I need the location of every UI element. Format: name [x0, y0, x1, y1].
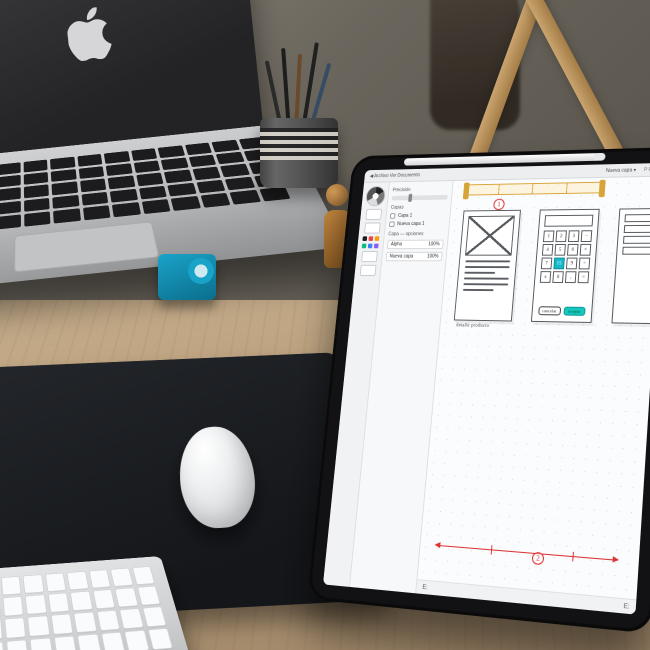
panel-heading-options: Capa — opciones: [388, 231, 445, 237]
layer-row[interactable]: Capa 1: [390, 213, 446, 219]
visibility-toggle-icon[interactable]: [389, 221, 395, 227]
swatch-row[interactable]: [362, 244, 379, 249]
tool-button[interactable]: [365, 209, 382, 220]
keypad-key[interactable]: 7: [541, 258, 552, 270]
keypad-grid[interactable]: 123− 456× 7159÷ ±0,=: [540, 230, 593, 283]
canvas[interactable]: 1 detalle producto 123−456×7159÷±0,: [416, 177, 650, 615]
keypad-key[interactable]: 5: [554, 244, 566, 256]
keypad-key[interactable]: ×: [580, 244, 592, 256]
wireframe-artboard-form[interactable]: aquí pulsar validaciones: [611, 208, 650, 324]
form-row[interactable]: [623, 236, 650, 244]
layer-row[interactable]: Nueva capa 1: [389, 221, 445, 227]
swatch-row[interactable]: [362, 236, 379, 241]
form-row[interactable]: [624, 214, 650, 222]
annotation-marker[interactable]: 1: [493, 199, 505, 210]
image-placeholder-icon[interactable]: [465, 216, 515, 256]
keypad-key[interactable]: ±: [540, 271, 551, 283]
form-row[interactable]: [624, 225, 650, 233]
panel-heading-layers: Capas: [391, 204, 447, 210]
keypad-key[interactable]: 15: [553, 258, 565, 270]
keypad-key[interactable]: −: [581, 230, 593, 242]
field-label: Alpha: [390, 242, 402, 248]
field-value: 100%: [427, 254, 439, 260]
keypad-key[interactable]: ÷: [579, 258, 591, 270]
keypad-key[interactable]: 2: [555, 230, 567, 242]
precision-slider[interactable]: [392, 195, 448, 201]
ruler-handle-icon[interactable]: [463, 183, 470, 200]
alignment-ruler[interactable]: [465, 182, 604, 196]
keypad-key[interactable]: 9: [566, 258, 578, 270]
apple-logo-icon: [65, 6, 116, 63]
keypad-key[interactable]: 0: [552, 271, 564, 283]
field-label: Nueva capa: [389, 254, 413, 260]
ipad-tablet: ◀ Archivo Ver Documento Nueva capa ▾ PRO: [307, 147, 650, 634]
ruler-handle-icon[interactable]: [599, 180, 606, 197]
annotation-number: 2: [536, 554, 540, 563]
menubar-left[interactable]: ◀ Archivo Ver Documento: [370, 172, 421, 179]
layer-label: Nueva capa 1: [397, 221, 425, 227]
keypad-display[interactable]: [544, 215, 593, 227]
annotation-number: 1: [497, 201, 501, 209]
annotation-marker[interactable]: 2: [532, 552, 545, 566]
status-right: E:: [623, 603, 629, 610]
wireframe-artboard-detail[interactable]: detalle producto: [454, 210, 521, 322]
pen-cup: [260, 100, 338, 188]
sculpture: [430, 0, 520, 130]
design-app: ◀ Archivo Ver Documento Nueva capa ▾ PRO: [323, 163, 650, 615]
layer-label: Capa 1: [398, 213, 413, 219]
alpha-field[interactable]: Alpha 100%: [387, 240, 444, 249]
panel-heading-precision: Precisión: [392, 187, 448, 194]
tape-dispenser: [158, 254, 216, 300]
menubar-right[interactable]: Nueva capa ▾: [606, 167, 637, 173]
cancel-button[interactable]: cancelar: [538, 306, 560, 315]
laptop-trackpad: [14, 221, 160, 272]
status-left: E:: [422, 584, 428, 591]
tool-button[interactable]: [359, 265, 376, 276]
nueva-capa-field[interactable]: Nueva capa 100%: [386, 252, 443, 261]
keypad-key[interactable]: ,: [565, 271, 577, 283]
keypad-key[interactable]: =: [578, 271, 590, 283]
keypad-key[interactable]: 4: [542, 244, 553, 256]
tool-button[interactable]: [361, 251, 378, 262]
keypad-key[interactable]: 1: [543, 231, 554, 243]
wireframe-artboard-keypad[interactable]: 123− 456× 7159÷ ±0,= cancelar aceptar: [531, 209, 600, 323]
color-wheel-icon[interactable]: [365, 186, 386, 206]
field-value: 100%: [428, 242, 440, 248]
tool-button[interactable]: [364, 223, 381, 234]
visibility-toggle-icon[interactable]: [390, 213, 396, 219]
keypad-key[interactable]: 6: [567, 244, 579, 256]
measurement-guide[interactable]: [436, 545, 618, 561]
form-row[interactable]: [622, 247, 650, 255]
keypad-key[interactable]: 3: [568, 230, 580, 242]
artboard-caption: detalle producto: [456, 323, 490, 328]
accept-button[interactable]: aceptar: [563, 307, 586, 316]
pro-badge: PRO: [644, 166, 650, 172]
